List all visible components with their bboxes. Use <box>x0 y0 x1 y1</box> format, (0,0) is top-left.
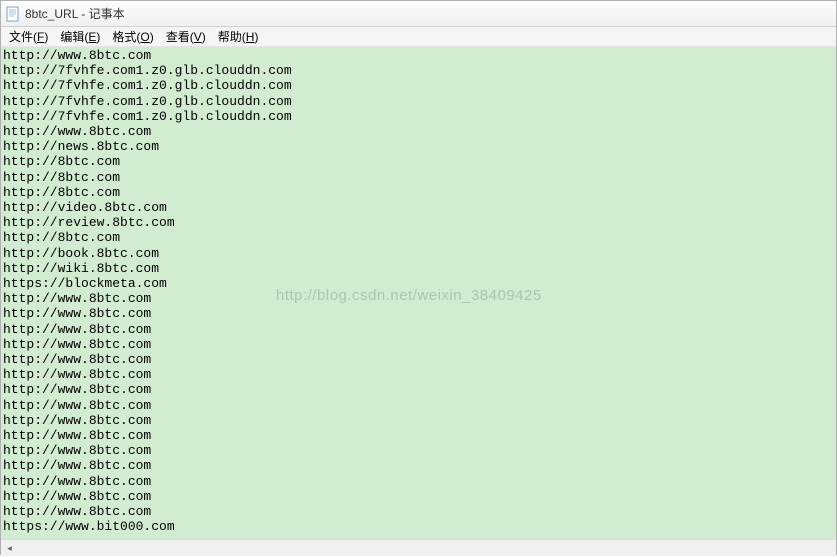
text-line: http://www.8btc.com <box>3 504 834 519</box>
menu-format[interactable]: 格式(O) <box>112 28 153 45</box>
text-line: http://8btc.com <box>3 230 834 245</box>
text-line: http://www.8btc.com <box>3 413 834 428</box>
editor-area[interactable]: http://www.8btc.comhttp://7fvhfe.com1.z0… <box>1 47 836 539</box>
scroll-left-button[interactable]: ◂ <box>1 540 18 557</box>
text-line: http://www.8btc.com <box>3 322 834 337</box>
titlebar: 8btc_URL - 记事本 <box>1 1 836 27</box>
text-line: http://www.8btc.com <box>3 306 834 321</box>
text-line: http://book.8btc.com <box>3 246 834 261</box>
notepad-icon <box>5 6 21 22</box>
text-line: http://www.8btc.com <box>3 352 834 367</box>
window-title: 8btc_URL - 记事本 <box>25 5 125 22</box>
text-line: http://7fvhfe.com1.z0.glb.clouddn.com <box>3 94 834 109</box>
text-line: http://review.8btc.com <box>3 215 834 230</box>
text-line: http://7fvhfe.com1.z0.glb.clouddn.com <box>3 63 834 78</box>
text-line: http://8btc.com <box>3 154 834 169</box>
text-line: http://www.8btc.com <box>3 458 834 473</box>
text-line: http://8btc.com <box>3 170 834 185</box>
text-line: https://www.bit000.com <box>3 519 834 534</box>
text-line: http://8btc.com <box>3 185 834 200</box>
scroll-track[interactable] <box>18 540 836 557</box>
menu-view[interactable]: 查看(V) <box>166 28 206 45</box>
text-line: http://www.8btc.com <box>3 124 834 139</box>
text-line: http://news.8btc.com <box>3 139 834 154</box>
horizontal-scrollbar[interactable]: ◂ <box>1 539 836 556</box>
text-line: http://7fvhfe.com1.z0.glb.clouddn.com <box>3 109 834 124</box>
menu-help[interactable]: 帮助(H) <box>218 28 259 45</box>
text-line: http://7fvhfe.com1.z0.glb.clouddn.com <box>3 78 834 93</box>
text-line: http://www.8btc.com <box>3 367 834 382</box>
menu-edit[interactable]: 编辑(E) <box>60 28 100 45</box>
text-line: http://www.8btc.com <box>3 474 834 489</box>
menubar: 文件(F) 编辑(E) 格式(O) 查看(V) 帮助(H) <box>1 27 836 47</box>
text-line: http://www.8btc.com <box>3 337 834 352</box>
text-line: https://blockmeta.com <box>3 276 834 291</box>
text-line: http://www.8btc.com <box>3 428 834 443</box>
text-line: http://www.8btc.com <box>3 489 834 504</box>
text-line: http://video.8btc.com <box>3 200 834 215</box>
text-line: http://www.8btc.com <box>3 443 834 458</box>
text-line: http://www.8btc.com <box>3 398 834 413</box>
text-line: http://www.8btc.com <box>3 382 834 397</box>
text-content[interactable]: http://www.8btc.comhttp://7fvhfe.com1.z0… <box>1 47 836 539</box>
text-line: http://www.8btc.com <box>3 291 834 306</box>
text-line: http://wiki.8btc.com <box>3 261 834 276</box>
text-line: http://www.8btc.com <box>3 48 834 63</box>
menu-file[interactable]: 文件(F) <box>9 28 48 45</box>
